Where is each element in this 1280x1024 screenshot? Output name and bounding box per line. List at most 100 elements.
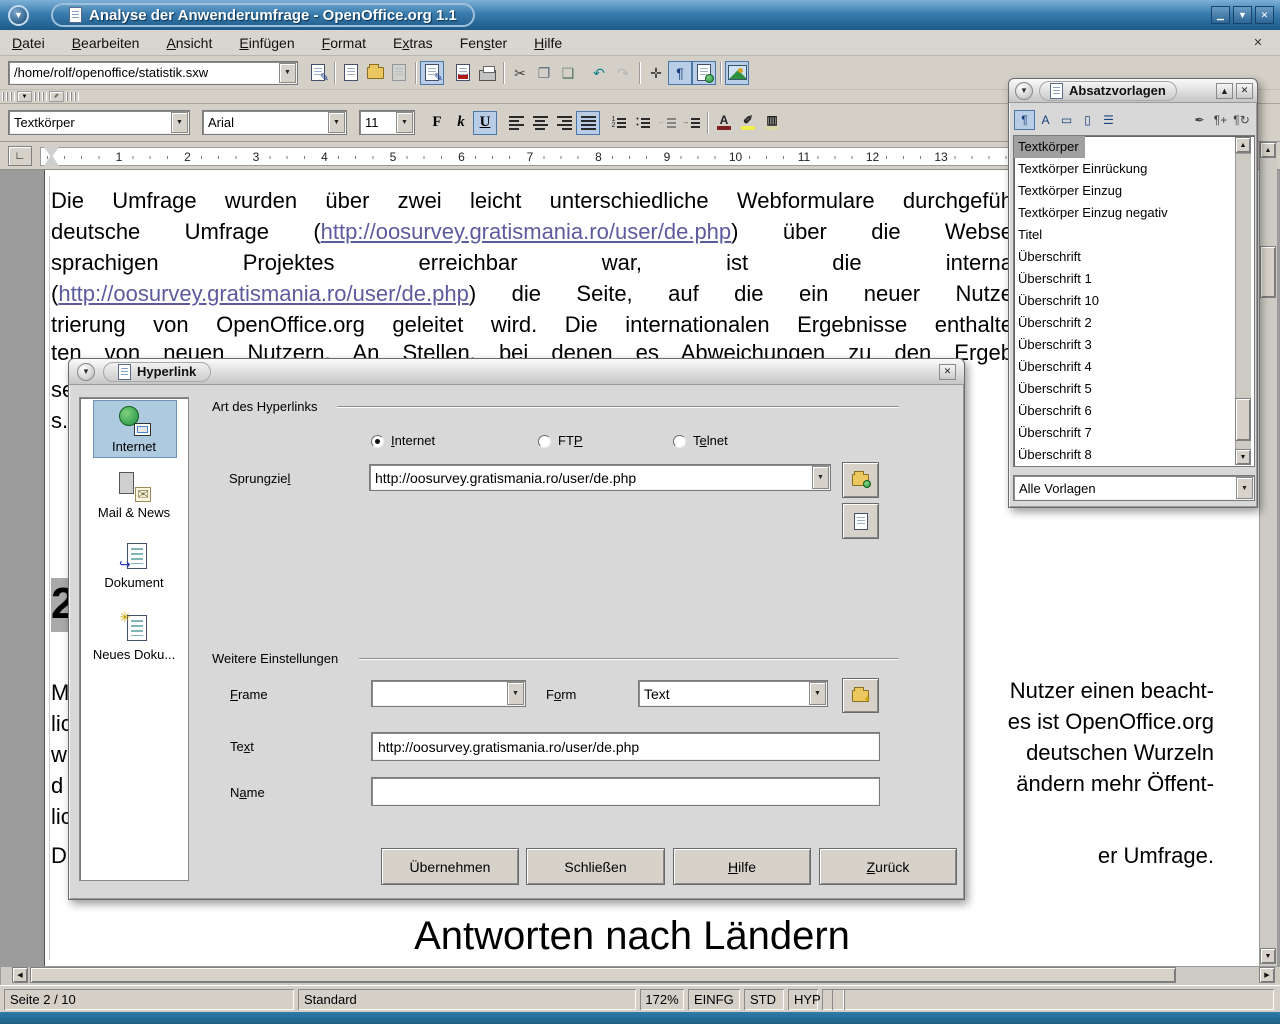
hyperlink-text[interactable]: http://oosurvey.gratismania.ro/user/de.p…	[58, 281, 468, 306]
style-list-row[interactable]: Überschrift 1	[1014, 268, 1254, 290]
style-list-row[interactable]: Überschrift 2	[1014, 312, 1254, 334]
close-document-icon[interactable]: ✕	[1250, 34, 1266, 50]
frame-styles-button[interactable]: ▭	[1056, 110, 1077, 130]
font-dropdown-arrow[interactable]: ▼	[328, 112, 345, 133]
sidebar-item-neuesdoku[interactable]: ✳Neues Doku...	[80, 614, 188, 662]
grip-handle[interactable]	[2, 92, 15, 101]
style-list-row[interactable]: Überschrift	[1014, 246, 1254, 268]
menu-bearbeiten[interactable]: Bearbeiten	[72, 35, 140, 51]
horizontal-scroll-thumb[interactable]	[30, 967, 1176, 983]
increase-indent-button[interactable]: →	[679, 111, 703, 135]
align-right-button[interactable]	[552, 111, 576, 135]
sidebar-item-internet[interactable]: Internet	[80, 406, 188, 454]
radio-label-ftp[interactable]: FTP	[558, 433, 583, 448]
url-dropdown-arrow[interactable]: ▼	[279, 63, 296, 83]
stylist-scroll-thumb[interactable]	[1235, 398, 1251, 441]
scroll-right-icon[interactable]: ▶	[1259, 967, 1275, 983]
copy-button[interactable]: ❐	[532, 61, 556, 85]
strip-dropdown-icon[interactable]: ▼	[17, 91, 32, 102]
dialog-close-icon[interactable]: ✕	[939, 364, 956, 380]
status-page[interactable]: Seite 2 / 10	[4, 989, 294, 1010]
www-browser-button[interactable]	[842, 462, 879, 498]
new-style-from-selection-button[interactable]: ¶+	[1210, 110, 1231, 130]
highlight-button[interactable]: ✐	[736, 111, 760, 135]
style-list-row[interactable]: Titel	[1014, 224, 1254, 246]
open-button[interactable]	[363, 61, 387, 85]
scroll-left-icon[interactable]: ◀	[12, 967, 28, 983]
menu-ansicht[interactable]: Ansicht	[166, 35, 212, 51]
style-list-row[interactable]: Überschrift 5	[1014, 378, 1254, 400]
target-combobox[interactable]: http://oosurvey.gratismania.ro/user/de.p…	[369, 464, 831, 491]
radio-ftp[interactable]	[538, 435, 551, 448]
gallery-button[interactable]	[725, 61, 749, 85]
style-item[interactable]: Textkörper Einzug	[1014, 183, 1122, 198]
menu-format[interactable]: Format	[322, 35, 366, 51]
style-filter-combobox[interactable]: Alle Vorlagen ▼	[1013, 475, 1255, 501]
radio-label-telnet[interactable]: Telnet	[693, 433, 728, 448]
back-button[interactable]: Zurück	[819, 848, 957, 885]
vertical-scroll-thumb[interactable]	[1260, 246, 1276, 298]
style-dropdown-arrow[interactable]: ▼	[171, 112, 188, 133]
url-combobox[interactable]: /home/rolf/openoffice/statistik.sxw ▼	[8, 61, 298, 85]
style-list-row[interactable]: Textkörper Einrückung	[1014, 158, 1254, 180]
style-item[interactable]: Titel	[1014, 227, 1042, 242]
close-button[interactable]: ✕	[1255, 6, 1274, 24]
status-message[interactable]	[844, 989, 1274, 1010]
style-item[interactable]: Überschrift 6	[1014, 403, 1092, 418]
style-item[interactable]: Überschrift 5	[1014, 381, 1092, 396]
sidebar-item-mailnews[interactable]: ✉Mail & News	[80, 472, 188, 520]
style-item[interactable]: Textkörper	[1014, 136, 1085, 158]
style-list-row[interactable]: Überschrift 3	[1014, 334, 1254, 356]
sidebar-item-dokument[interactable]: ↪Dokument	[80, 542, 188, 590]
update-style-button[interactable]: ¶↻	[1231, 110, 1252, 130]
new-document-button[interactable]	[339, 61, 363, 85]
frame-dropdown-arrow[interactable]: ▼	[507, 682, 524, 705]
style-list-row[interactable]: Textkörper Einzug	[1014, 180, 1254, 202]
radio-label-internet[interactable]: Internet	[391, 433, 435, 448]
status-cell[interactable]	[832, 989, 844, 1010]
horizontal-ruler[interactable]: 12345678910111213	[40, 147, 1012, 166]
character-styles-button[interactable]: A	[1035, 110, 1056, 130]
export-pdf-button[interactable]	[451, 61, 475, 85]
style-item[interactable]: Überschrift 1	[1014, 271, 1092, 286]
style-list-row[interactable]: Überschrift 8	[1014, 444, 1254, 466]
bullet-list-button[interactable]: ••	[631, 111, 655, 135]
numbered-list-button[interactable]: 12	[607, 111, 631, 135]
hyperlink-dialog-titlebar[interactable]: ▼ Hyperlink ✕	[69, 359, 964, 385]
stylist-button[interactable]: ¶	[668, 61, 692, 85]
stylist-scroll-down-icon[interactable]: ▼	[1235, 449, 1251, 465]
underline-button[interactable]: U	[473, 111, 497, 135]
style-list-row[interactable]: Überschrift 10	[1014, 290, 1254, 312]
menu-extras[interactable]: Extras	[393, 35, 433, 51]
help-button[interactable]: Hilfe	[673, 848, 811, 885]
menu-fenster[interactable]: Fenster	[460, 35, 507, 51]
style-list-row[interactable]: Überschrift 7	[1014, 422, 1254, 444]
fill-format-mode-button[interactable]: ✒	[1189, 110, 1210, 130]
menu-hilfe[interactable]: Hilfe	[534, 35, 562, 51]
redo-button[interactable]: ↷	[611, 61, 635, 85]
status-hyperlink-mode[interactable]: HYP	[788, 989, 818, 1010]
style-list-row[interactable]: Überschrift 4	[1014, 356, 1254, 378]
grip-handle[interactable]	[34, 92, 47, 101]
save-button[interactable]	[387, 61, 411, 85]
font-name-combobox[interactable]: Arial ▼	[202, 110, 347, 135]
stylist-shade-icon[interactable]: ▲	[1216, 83, 1233, 99]
style-item[interactable]: Textkörper Einrückung	[1014, 161, 1147, 176]
stylist-scroll-up-icon[interactable]: ▲	[1235, 137, 1251, 153]
frame-combobox[interactable]: ▼	[371, 680, 526, 707]
style-item[interactable]: Überschrift	[1014, 249, 1081, 264]
hyperlink-text[interactable]: http://oosurvey.gratismania.ro/user/de.p…	[321, 219, 731, 244]
status-selection-mode[interactable]: STD	[744, 989, 784, 1010]
scroll-up-icon[interactable]: ▲	[1260, 142, 1276, 158]
style-item[interactable]: Überschrift 10	[1014, 293, 1099, 308]
style-item[interactable]: Überschrift 3	[1014, 337, 1092, 352]
style-item[interactable]: Textkörper Einzug negativ	[1014, 205, 1168, 220]
load-url-button[interactable]: ✎	[306, 61, 330, 85]
align-center-button[interactable]	[528, 111, 552, 135]
hyperlink-bar-button[interactable]	[692, 61, 716, 85]
style-item[interactable]: Überschrift 7	[1014, 425, 1092, 440]
menu-einfgen[interactable]: Einfügen	[239, 35, 294, 51]
background-color-button[interactable]: ▥	[760, 111, 784, 135]
stylist-close-icon[interactable]: ✕	[1236, 83, 1253, 99]
radio-telnet[interactable]	[673, 435, 686, 448]
